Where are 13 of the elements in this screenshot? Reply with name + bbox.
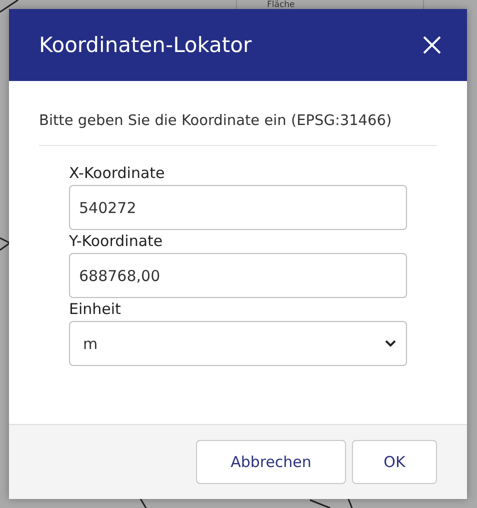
input-field[interactable]: 688768,00 xyxy=(69,253,407,298)
input-field[interactable]: 540272 xyxy=(69,185,407,230)
ok-button[interactable]: OK xyxy=(352,440,437,484)
instruction-text: Bitte geben Sie die Koordinate ein (EPSG:31466) xyxy=(39,113,437,146)
field-label: Einheit xyxy=(69,300,122,318)
dialog-title: Koordinaten-Lokator xyxy=(39,33,252,57)
close-icon[interactable] xyxy=(423,36,441,54)
select-field[interactable]: m xyxy=(69,321,407,366)
background-label: Fläche xyxy=(267,1,295,10)
cancel-button[interactable]: Abbrechen xyxy=(196,440,346,484)
field-label: Y-Koordinate xyxy=(69,232,164,250)
field-label: X-Koordinate xyxy=(69,164,166,182)
chevron-down-icon xyxy=(385,340,396,347)
